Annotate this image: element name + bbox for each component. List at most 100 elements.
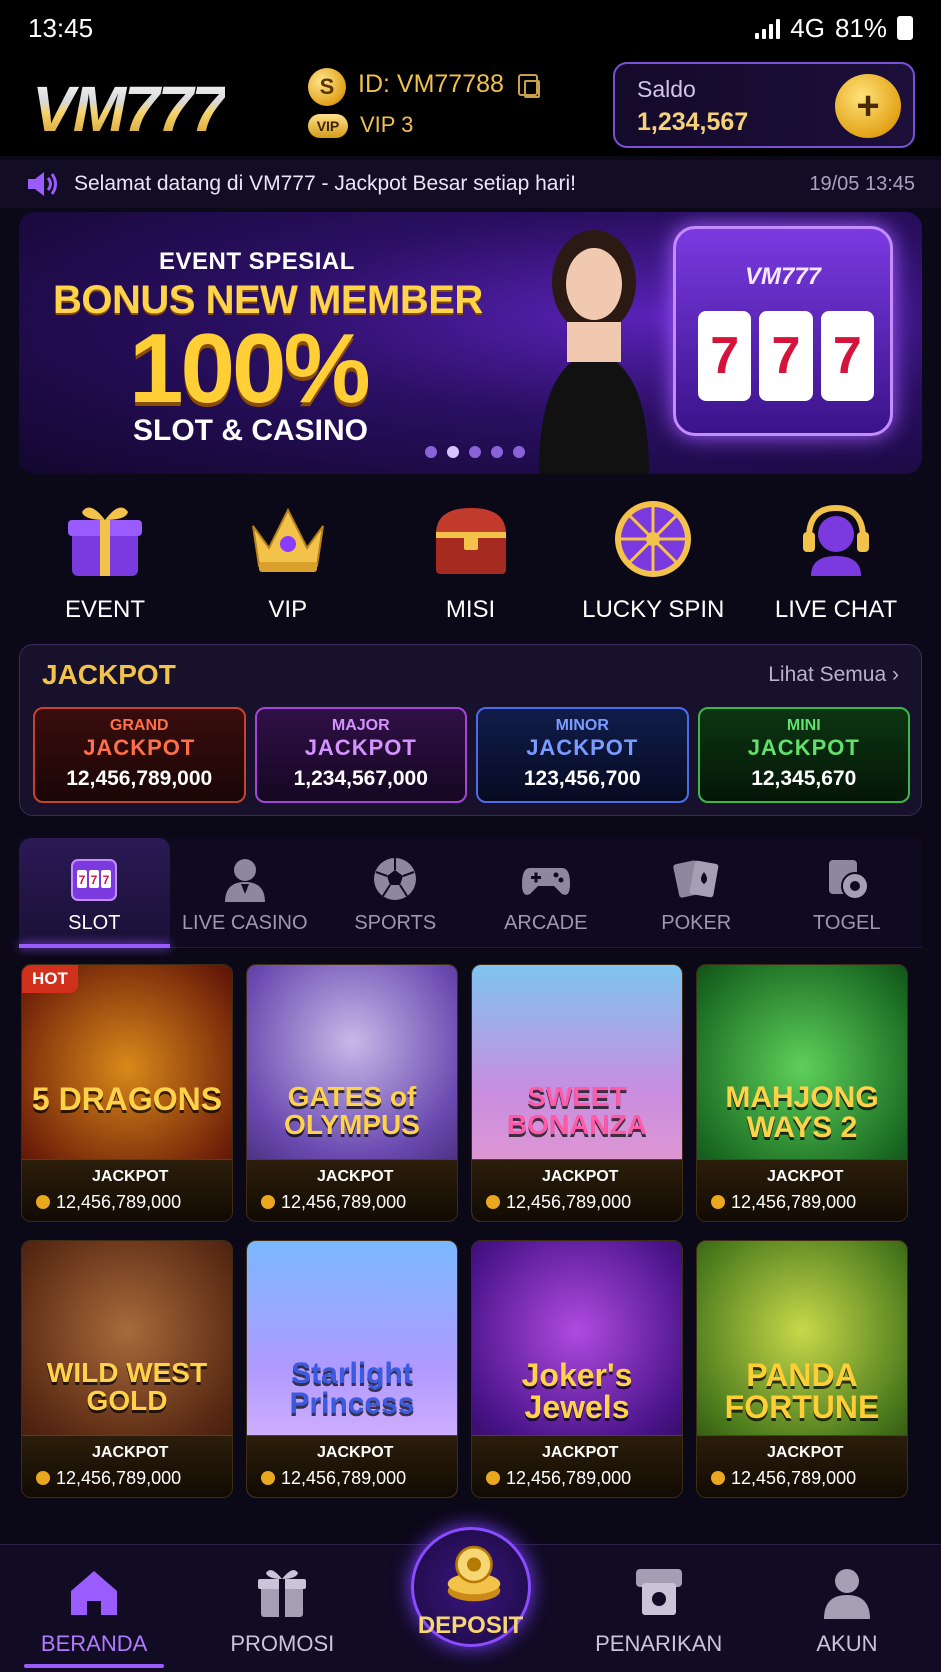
nav-akun[interactable]: AKUN [753,1545,941,1672]
game-title: 5 DRAGONS [31,1081,223,1117]
jackpot-value: 12,345,670 [751,767,857,790]
game-title: Joker's Jewels [521,1357,633,1425]
game-card-jokers-jewels[interactable]: Joker's Jewels JACKPOT 12,456,789,000 [471,1240,683,1498]
jackpot-panel: JACKPOT Lihat Semua › GRAND JACKPOT 12,4… [19,644,922,816]
game-jackpot-label: JACKPOT [767,1444,844,1461]
svg-text:7: 7 [91,873,98,887]
view-all-link[interactable]: Lihat Semua › [768,663,899,687]
promo-banner[interactable]: EVENT SPESIAL BONUS NEW MEMBER 100% SLOT… [19,212,922,474]
quick-menu-lucky-spin[interactable]: LUCKY SPIN [562,496,744,626]
copy-icon[interactable] [518,74,540,98]
tab-poker[interactable]: POKER [621,838,772,947]
game-jackpot-amount: 12,456,789,000 [56,1192,182,1212]
coin-icon [261,1471,275,1485]
vip-badge: VIP [308,114,348,138]
nav-deposit[interactable]: DEPOSIT [376,1527,564,1672]
game-card-sweet-bonanza[interactable]: SWEET BONANZA JACKPOT 12,456,789,000 [471,964,683,1222]
nav-beranda[interactable]: BERANDA [0,1545,188,1672]
view-all-label: Lihat Semua [768,663,887,686]
carousel-dot[interactable] [513,446,525,458]
game-card-starlight-princess[interactable]: Starlight Princess JACKPOT 12,456,789,00… [246,1240,458,1498]
tab-arcade[interactable]: ARCADE [471,838,622,947]
jackpot-card-major: MAJOR JACKPOT 1,234,567,000 [254,707,467,803]
game-jackpot-value: 12,456,789,000 [486,1192,631,1213]
gamepad-icon [521,868,570,895]
carousel-dot[interactable] [447,446,459,458]
carousel-dot[interactable] [469,446,481,458]
tab-togel[interactable]: TOGEL [772,838,923,947]
chevron-right-icon: › [892,663,899,686]
quick-menu-label: EVENT [64,596,145,623]
tab-label: SLOT [68,912,121,934]
signal-icon [755,17,781,39]
game-jackpot-amount: 12,456,789,000 [56,1468,182,1488]
game-title: MAHJONG WAYS 2 [725,1081,879,1144]
jackpot-word: JACKPOT [747,735,860,760]
game-jackpot: JACKPOT 12,456,789,000 [247,1435,457,1497]
game-jackpot-label: JACKPOT [317,1168,394,1185]
coin-icon [36,1195,50,1209]
svg-text:7: 7 [103,873,110,887]
game-jackpot: JACKPOT 12,456,789,000 [472,1159,682,1221]
game-jackpot-label: JACKPOT [542,1168,619,1185]
game-jackpot: JACKPOT 12,456,789,000 [22,1159,232,1221]
quick-menu-live-chat[interactable]: LIVE CHAT [745,496,927,626]
tab-label: POKER [661,912,732,934]
game-card-panda-fortune[interactable]: PANDA FORTUNE JACKPOT 12,456,789,000 [696,1240,908,1498]
jackpot-card-mini: MINI JACKPOT 12,345,670 [697,707,910,803]
game-jackpot: JACKPOT 12,456,789,000 [22,1435,232,1497]
tab-live-casino[interactable]: LIVE CASINO [170,838,321,947]
nav-promosi[interactable]: PROMOSI [188,1545,376,1672]
jackpot-word: JACKPOT [83,735,196,760]
user-id: ID: VM77788 [358,70,504,98]
game-jackpot-label: JACKPOT [317,1444,394,1461]
jackpot-cards: GRAND JACKPOT 12,456,789,000 MAJOR JACKP… [33,707,910,803]
game-title: GATES of OLYMPUS [284,1081,420,1140]
header: VM777 S ID: VM77788 VIP VIP 3 Saldo 1,23… [0,56,941,156]
game-jackpot-label: JACKPOT [92,1168,169,1185]
logo[interactable]: VM777 [32,72,227,146]
treasure-chest-icon [435,508,506,574]
jackpot-tier: MAJOR [331,717,390,734]
balance-label: Saldo [637,76,696,102]
speaker-icon [28,172,57,196]
game-card-5-dragons[interactable]: 5 DRAGONS HOT JACKPOT 12,456,789,000 [21,964,233,1222]
tab-sports[interactable]: SPORTS [320,838,471,947]
banner-subtitle: SLOT & CASINO [133,414,369,447]
ticker-time: 19/05 13:45 [809,172,915,195]
slot-brand: VM777 [744,263,822,290]
jackpot-value: 123,456,700 [523,767,641,790]
game-jackpot-value: 12,456,789,000 [711,1192,856,1213]
carousel-dot[interactable] [425,446,437,458]
game-jackpot-amount: 12,456,789,000 [506,1192,632,1212]
game-card-mahjong-ways-2[interactable]: MAHJONG WAYS 2 JACKPOT 12,456,789,000 [696,964,908,1222]
quick-menu-event[interactable]: EVENT [14,496,196,626]
quick-menu-misi[interactable]: MISI [380,496,562,626]
model-illustration [539,230,649,474]
tab-slot[interactable]: 7 7 7 SLOT [19,838,170,948]
jackpot-value: 12,456,789,000 [66,767,213,790]
game-jackpot-value: 12,456,789,000 [711,1468,856,1489]
nav-penarikan[interactable]: PENARIKAN [565,1545,753,1672]
jackpot-word: JACKPOT [526,735,639,760]
jackpot-title: JACKPOT [42,659,176,690]
balance-value: 1,234,567 [637,108,749,136]
status-bar: 13:45 4G 81% [0,0,941,56]
quick-menu: EVENT VIP MISI LUCKY SPIN LIVE CHAT [14,496,927,626]
slot-reel: 7 [820,311,874,401]
balance-panel: Saldo 1,234,567 + [613,62,915,148]
quick-menu-label: LIVE CHAT [774,596,898,623]
jackpot-card-minor: MINOR JACKPOT 123,456,700 [476,707,689,803]
carousel-dot[interactable] [491,446,503,458]
game-card-wild-west-gold[interactable]: WILD WEST GOLD JACKPOT 12,456,789,000 [21,1240,233,1498]
quick-menu-vip[interactable]: VIP [197,496,379,626]
game-jackpot: JACKPOT 12,456,789,000 [472,1435,682,1497]
carousel-dots [425,446,525,458]
category-tabs: 7 7 7 SLOT LIVE CASINO SPORTS ARCADE POK… [19,838,922,948]
game-card-gates-of-olympus[interactable]: GATES of OLYMPUS JACKPOT 12,456,789,000 [246,964,458,1222]
game-jackpot-value: 12,456,789,000 [36,1468,181,1489]
add-balance-button[interactable]: + [835,74,901,138]
coin-icon [486,1471,500,1485]
game-grid: 5 DRAGONS HOT JACKPOT 12,456,789,000 GAT… [21,964,908,1498]
nav-label: PENARIKAN [595,1631,723,1656]
